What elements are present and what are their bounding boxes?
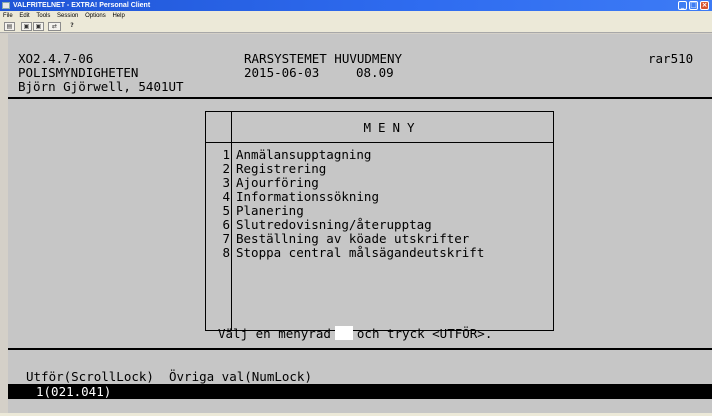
menu-item-number: 3 <box>222 175 230 190</box>
paste-icon[interactable]: ▣ <box>33 22 44 31</box>
toolbar: ▤ ▣ ▣ ⇄ ? <box>0 21 712 33</box>
menu-item-stoppa-utskrift[interactable]: Stoppa central målsägandeutskrift <box>236 246 484 260</box>
menu-item-informationssokning[interactable]: Informationssökning <box>236 190 379 204</box>
header-separator <box>8 97 712 99</box>
menu-item-bestallning[interactable]: Beställning av köade utskrifter <box>236 232 469 246</box>
menu-file[interactable]: File <box>3 13 13 19</box>
menu-title-divider <box>206 142 553 143</box>
menu-item-number: 7 <box>222 231 230 246</box>
menu-box: MENY 1 Anmälansupptagning 2 Registrering… <box>205 111 554 331</box>
close-button[interactable]: × <box>700 1 709 10</box>
page-title: RARSYSTEMET HUVUDMENY <box>244 51 403 66</box>
function-key-legend: Utför(ScrollLock) Övriga val(NumLock) <box>26 369 312 384</box>
app-icon <box>2 2 10 9</box>
maximize-button[interactable]: □ <box>689 1 698 10</box>
footer-separator <box>8 348 712 350</box>
prompt-text-before: Välj en menyrad <box>218 326 331 341</box>
menu-help[interactable]: Help <box>112 13 124 19</box>
menu-edit[interactable]: Edit <box>19 13 29 19</box>
menu-item-number: 4 <box>222 189 230 204</box>
menu-tools[interactable]: Tools <box>36 13 50 19</box>
menu-session[interactable]: Session <box>57 13 78 19</box>
menu-item-ajourforing[interactable]: Ajourföring <box>236 176 319 190</box>
menu-item-number: 5 <box>222 203 230 218</box>
menu-item-anmalansupptagning[interactable]: Anmälansupptagning <box>236 148 371 162</box>
screen-id: rar510 <box>648 51 694 66</box>
menu-prompt: Välj en menyrad och tryck <UTFÖR>. <box>218 326 492 342</box>
menu-options[interactable]: Options <box>85 13 106 19</box>
menu-choice-input[interactable] <box>334 326 353 340</box>
organization-name: POLISMYNDIGHETEN <box>18 65 139 80</box>
menu-item-slutredovisning[interactable]: Slutredovisning/återupptag <box>236 218 432 232</box>
new-session-icon[interactable]: ▤ <box>4 22 15 31</box>
menu-item-number: 6 <box>222 217 230 232</box>
cursor-position: 1(021.041) <box>36 384 112 399</box>
menu-item-number: 1 <box>222 147 230 162</box>
connect-icon[interactable]: ⇄ <box>48 22 61 31</box>
user-name: Björn Gjörwell, 5401UT <box>18 79 184 94</box>
menu-item-number: 2 <box>222 161 230 176</box>
menu-number-divider <box>231 112 232 330</box>
window-titlebar: VALFRITELNET - EXTRA! Personal Client _ … <box>0 0 712 11</box>
minimize-button[interactable]: _ <box>678 1 687 10</box>
help-icon[interactable]: ? <box>66 22 78 31</box>
menu-item-number: 8 <box>222 245 230 260</box>
copy-icon[interactable]: ▣ <box>21 22 32 31</box>
window-title: VALFRITELNET - EXTRA! Personal Client <box>13 2 151 9</box>
current-date: 2015-06-03 <box>244 65 320 80</box>
menu-bar: File Edit Tools Session Options Help <box>0 11 712 21</box>
menu-item-registrering[interactable]: Registrering <box>236 162 326 176</box>
menu-item-planering[interactable]: Planering <box>236 204 304 218</box>
current-time: 08.09 <box>356 65 394 80</box>
status-bar: 1(021.041) <box>8 384 712 399</box>
prompt-text-after: och tryck <UTFÖR>. <box>356 326 493 341</box>
terminal-screen: XO2.4.7-06 RARSYSTEMET HUVUDMENY rar510 … <box>8 34 712 413</box>
program-version: XO2.4.7-06 <box>18 51 94 66</box>
menu-title: MENY <box>363 120 422 135</box>
